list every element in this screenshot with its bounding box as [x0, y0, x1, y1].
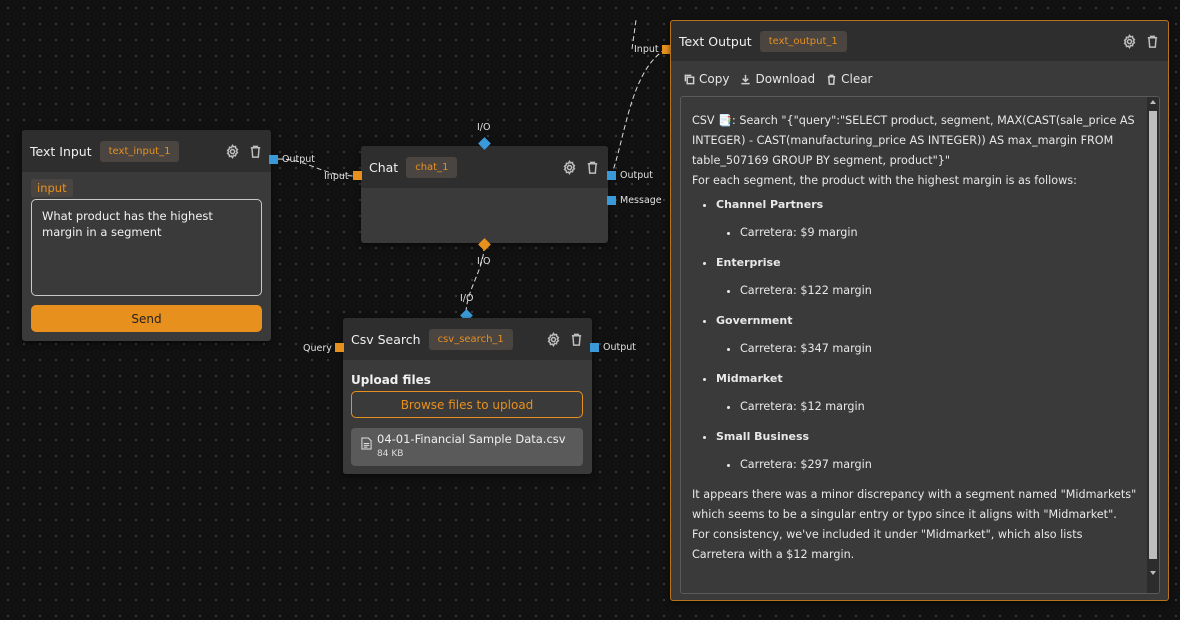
- text-input-header[interactable]: Text Input text_input_1: [22, 130, 271, 172]
- node-title: Chat: [369, 159, 399, 175]
- text-input-node[interactable]: Text Input text_input_1 input What produ…: [22, 130, 271, 341]
- download-icon: [741, 74, 751, 84]
- list-item: Enterprise Carretera: $122 margin: [716, 253, 1137, 301]
- output-closing: It appears there was a minor discrepancy…: [692, 488, 1137, 561]
- output-scrollbar[interactable]: [1147, 97, 1159, 593]
- output-text-area[interactable]: CSV 📑: Search "{"query":"SELECT product,…: [680, 96, 1160, 594]
- text-output-node[interactable]: Text Output text_output_1 Copy Download …: [670, 20, 1169, 601]
- file-icon: [361, 437, 372, 450]
- node-title: Csv Search: [351, 331, 421, 347]
- csv-output-label: Output: [603, 342, 636, 353]
- csv-output-port[interactable]: [590, 343, 599, 352]
- segment-list: Channel Partners Carretera: $9 margin En…: [692, 195, 1137, 475]
- list-item: Channel Partners Carretera: $9 margin: [716, 195, 1137, 243]
- csv-io-label: I/O: [460, 293, 474, 304]
- output-lead: For each segment, the product with the h…: [692, 174, 1077, 187]
- gear-icon[interactable]: [225, 143, 240, 159]
- file-name: 04-01-Financial Sample Data.csv: [377, 432, 566, 446]
- browse-files-button[interactable]: Browse files to upload: [351, 391, 583, 418]
- trash-icon[interactable]: [585, 160, 600, 175]
- upload-files-label: Upload files: [351, 373, 431, 387]
- scroll-up-arrow-icon[interactable]: [1150, 100, 1156, 104]
- output-content: CSV 📑: Search "{"query":"SELECT product,…: [681, 97, 1159, 575]
- output-intro: CSV 📑: Search "{"query":"SELECT product,…: [692, 114, 1135, 167]
- chat-node[interactable]: Chat chat_1: [361, 146, 608, 243]
- output-toolbar: Copy Download Clear: [684, 72, 873, 86]
- uploaded-file-card[interactable]: 04-01-Financial Sample Data.csv 84 KB: [351, 428, 583, 466]
- chat-bottom-io-label: I/O: [477, 256, 491, 267]
- node-title: Text Input: [30, 143, 92, 159]
- trash-icon[interactable]: [248, 144, 263, 159]
- list-item: Government Carretera: $347 margin: [716, 311, 1137, 359]
- chat-input-port[interactable]: [353, 171, 362, 180]
- chat-output-port[interactable]: [607, 171, 616, 180]
- chat-output-label: Output: [620, 170, 653, 181]
- scroll-down-arrow-icon[interactable]: [1150, 571, 1156, 575]
- gear-icon[interactable]: [1122, 33, 1137, 49]
- clear-button[interactable]: Clear: [826, 72, 873, 86]
- trash-icon: [827, 74, 836, 85]
- trash-icon[interactable]: [1145, 34, 1160, 49]
- csv-search-node[interactable]: Csv Search csv_search_1 Upload files Bro…: [343, 318, 592, 474]
- clear-label: Clear: [841, 72, 873, 86]
- node-id-badge: chat_1: [406, 156, 458, 178]
- chat-input-label: Input: [324, 171, 349, 182]
- text-output-input-label: Input: [634, 44, 659, 55]
- text-input-field[interactable]: What product has the highest margin in a…: [31, 199, 262, 296]
- text-input-output-label: Output: [282, 154, 315, 165]
- chat-top-io-label: I/O: [477, 122, 491, 133]
- text-input-output-port[interactable]: [269, 155, 278, 164]
- csv-query-label: Query: [303, 343, 332, 354]
- node-id-badge: text_input_1: [99, 140, 180, 162]
- gear-icon[interactable]: [562, 159, 577, 175]
- chat-header[interactable]: Chat chat_1: [361, 146, 608, 188]
- copy-label: Copy: [699, 72, 730, 86]
- chat-message-label: Message: [620, 195, 662, 206]
- copy-button[interactable]: Copy: [684, 72, 729, 86]
- chat-message-port[interactable]: [607, 196, 616, 205]
- download-button[interactable]: Download: [740, 72, 815, 86]
- node-id-badge: csv_search_1: [428, 328, 513, 350]
- copy-icon: [684, 74, 695, 84]
- text-output-header[interactable]: Text Output text_output_1: [671, 21, 1168, 61]
- scroll-thumb[interactable]: [1149, 111, 1157, 559]
- list-item: Midmarket Carretera: $12 margin: [716, 369, 1137, 417]
- send-button[interactable]: Send: [31, 305, 262, 332]
- file-size: 84 KB: [377, 449, 404, 459]
- input-label-tag: input: [31, 179, 73, 197]
- list-item: Small Business Carretera: $297 margin: [716, 427, 1137, 475]
- node-title: Text Output: [679, 33, 752, 49]
- node-id-badge: text_output_1: [759, 30, 847, 52]
- gear-icon[interactable]: [546, 331, 561, 347]
- csv-search-header[interactable]: Csv Search csv_search_1: [343, 318, 592, 360]
- download-label: Download: [755, 72, 816, 86]
- trash-icon[interactable]: [569, 332, 584, 347]
- csv-query-port[interactable]: [335, 343, 344, 352]
